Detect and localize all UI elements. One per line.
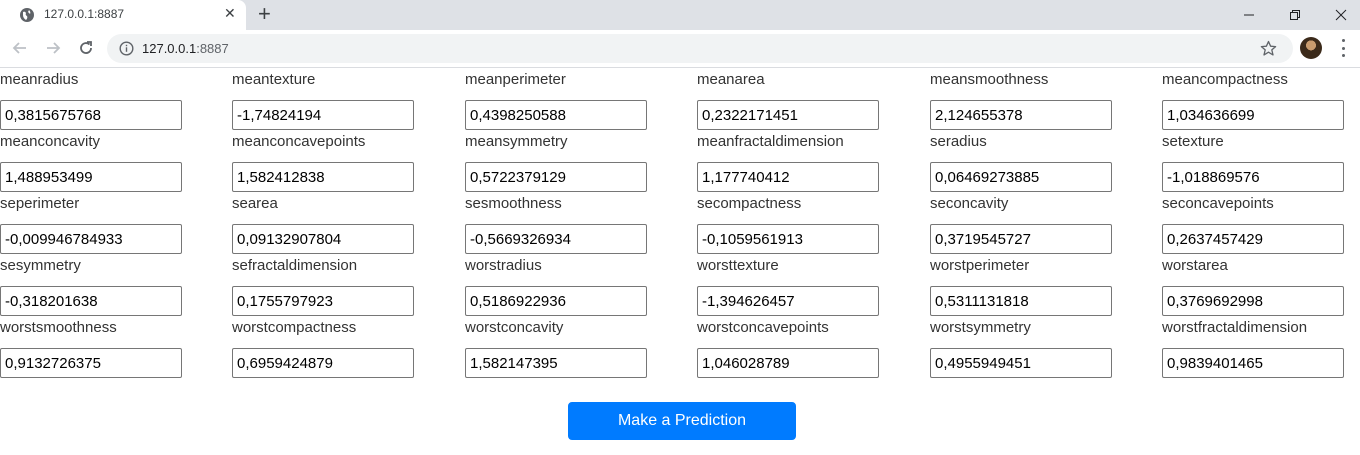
forward-button[interactable] <box>43 38 63 58</box>
address-bar[interactable]: 127.0.0.1:8887 <box>107 34 1293 63</box>
arrow-left-icon <box>12 42 26 54</box>
meanconcavepoints-input[interactable] <box>232 162 414 192</box>
worstfractaldimension-input[interactable] <box>1162 348 1344 378</box>
worsttexture-input[interactable] <box>697 286 879 316</box>
meansymmetry-input[interactable] <box>465 162 647 192</box>
reload-icon <box>80 41 92 54</box>
field-label: secompactness <box>697 195 802 212</box>
bookmark-star-icon[interactable] <box>1260 40 1277 57</box>
worstarea-input[interactable] <box>1162 286 1344 316</box>
field-label: setexture <box>1162 133 1224 150</box>
restore-window-button[interactable] <box>1272 0 1318 30</box>
field-label: seconcavity <box>930 195 1009 212</box>
url-port: :8887 <box>196 41 229 56</box>
field-label: meanradius <box>0 71 79 88</box>
url-text: 127.0.0.1:8887 <box>142 41 229 56</box>
field-label: worstconcavepoints <box>697 319 829 336</box>
globe-icon <box>20 8 34 22</box>
field-label: meanarea <box>697 71 765 88</box>
meanarea-input[interactable] <box>697 100 879 130</box>
field-label: meanconcavepoints <box>232 133 366 150</box>
field-label: worstsmoothness <box>0 319 117 336</box>
field-label: worstsymmetry <box>930 319 1031 336</box>
field-label: meancompactness <box>1162 71 1288 88</box>
field-label: worstradius <box>465 257 542 274</box>
browser-toolbar: 127.0.0.1:8887 <box>0 30 1360 68</box>
meanradius-input[interactable] <box>0 100 182 130</box>
close-window-button[interactable] <box>1318 0 1360 30</box>
searea-input[interactable] <box>232 224 414 254</box>
minimize-window-button[interactable] <box>1226 0 1272 30</box>
sefractaldimension-input[interactable] <box>232 286 414 316</box>
close-tab-icon[interactable]: ✕ <box>224 5 236 22</box>
field-label: searea <box>232 195 278 212</box>
back-button[interactable] <box>10 38 30 58</box>
field-label: meanfractaldimension <box>697 133 844 150</box>
minimize-icon <box>1244 14 1254 16</box>
meansmoothness-input[interactable] <box>930 100 1112 130</box>
secompactness-input[interactable] <box>697 224 879 254</box>
new-tab-button[interactable]: + <box>258 1 271 27</box>
sesmoothness-input[interactable] <box>465 224 647 254</box>
reload-button[interactable] <box>76 38 96 58</box>
worstconcavity-input[interactable] <box>465 348 647 378</box>
field-label: worsttexture <box>697 257 779 274</box>
field-label: sesmoothness <box>465 195 562 212</box>
field-label: meanperimeter <box>465 71 566 88</box>
field-label: seradius <box>930 133 987 150</box>
seconcavity-input[interactable] <box>930 224 1112 254</box>
field-label: worstperimeter <box>930 257 1030 274</box>
browser-menu-icon[interactable] <box>1334 39 1352 57</box>
sesymmetry-input[interactable] <box>0 286 182 316</box>
field-label: meansmoothness <box>930 71 1049 88</box>
close-icon <box>1335 9 1347 21</box>
field-label: worstconcavity <box>465 319 564 336</box>
worstradius-input[interactable] <box>465 286 647 316</box>
worstcompactness-input[interactable] <box>232 348 414 378</box>
profile-avatar[interactable] <box>1300 37 1322 59</box>
field-label: worstarea <box>1162 257 1228 274</box>
field-label: seconcavepoints <box>1162 195 1274 212</box>
worstsymmetry-input[interactable] <box>930 348 1112 378</box>
make-prediction-button[interactable]: Make a Prediction <box>568 402 796 440</box>
field-label: meanconcavity <box>0 133 101 150</box>
meanconcavity-input[interactable] <box>0 162 182 192</box>
restore-icon <box>1290 10 1300 20</box>
field-label: sefractaldimension <box>232 257 358 274</box>
field-label: meansymmetry <box>465 133 568 150</box>
field-label: seperimeter <box>0 195 80 212</box>
seradius-input[interactable] <box>930 162 1112 192</box>
browser-tab-bar: 127.0.0.1:8887 ✕ + <box>0 0 1360 30</box>
arrow-right-icon <box>47 42 61 54</box>
meanperimeter-input[interactable] <box>465 100 647 130</box>
url-host: 127.0.0.1 <box>142 41 197 56</box>
meanfractaldimension-input[interactable] <box>697 162 879 192</box>
seperimeter-input[interactable] <box>0 224 182 254</box>
meantexture-input[interactable] <box>232 100 414 130</box>
seconcavepoints-input[interactable] <box>1162 224 1344 254</box>
field-label: sesymmetry <box>0 257 81 274</box>
setexture-input[interactable] <box>1162 162 1344 192</box>
field-label: worstfractaldimension <box>1162 319 1308 336</box>
worstperimeter-input[interactable] <box>930 286 1112 316</box>
tab-title: 127.0.0.1:8887 <box>44 7 125 21</box>
worstsmoothness-input[interactable] <box>0 348 182 378</box>
field-label: meantexture <box>232 71 316 88</box>
field-label: worstcompactness <box>232 319 357 336</box>
worstconcavepoints-input[interactable] <box>697 348 879 378</box>
info-icon[interactable] <box>119 41 134 56</box>
browser-tab[interactable]: 127.0.0.1:8887 ✕ <box>0 0 246 30</box>
meancompactness-input[interactable] <box>1162 100 1344 130</box>
